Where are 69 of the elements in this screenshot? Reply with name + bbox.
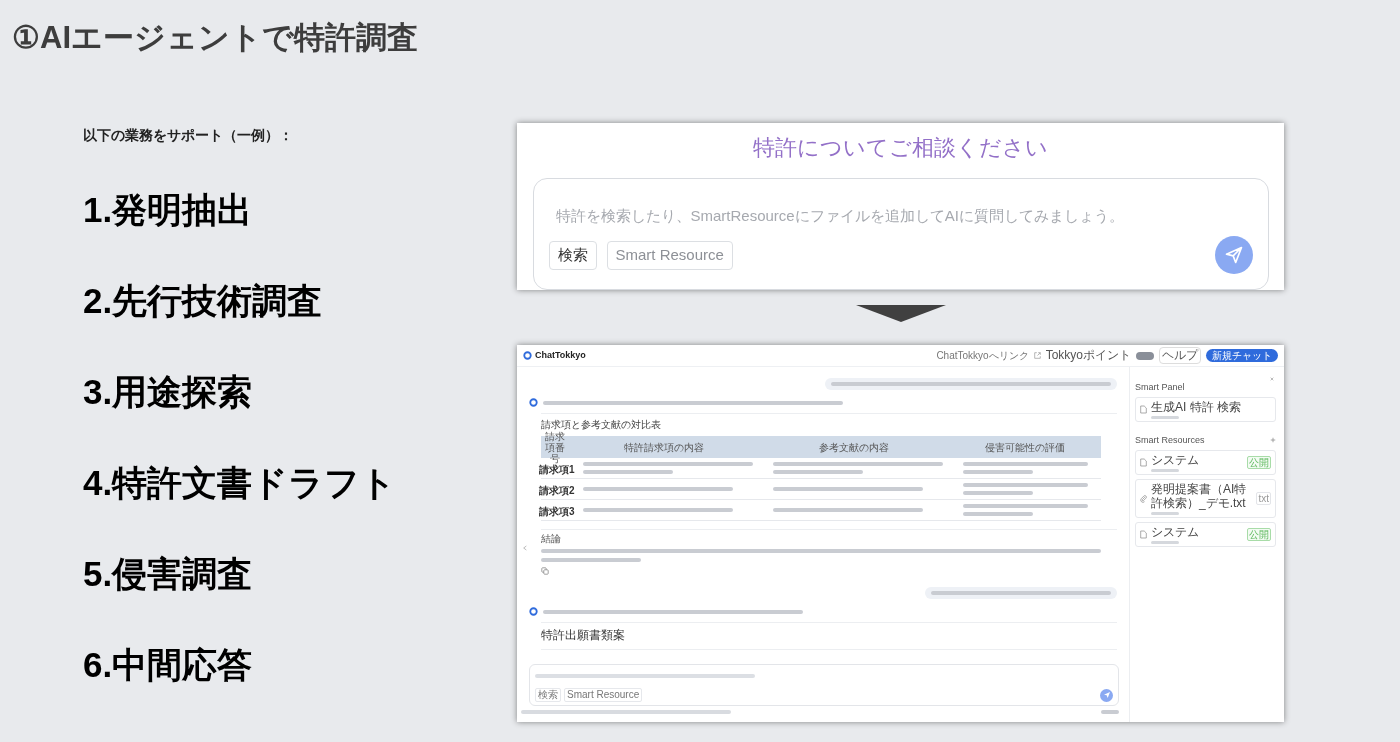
illegible-text-line: [1101, 710, 1119, 714]
chat-input-field[interactable]: 検索 Smart Resource: [529, 664, 1119, 706]
screen-heading: 特許についてご相談ください: [753, 134, 1048, 162]
copy-icon: [541, 567, 549, 575]
resource-card[interactable]: 発明提案書（AI特許検索）_デモ.txt txt: [1135, 479, 1276, 518]
task-item: 5.侵害調査: [83, 552, 253, 595]
column-header: 特許請求項の内容: [624, 441, 704, 453]
illegible-text-line: [1151, 512, 1179, 515]
ring-logo-icon: [529, 398, 538, 407]
task-item: 4.特許文書ドラフト: [83, 461, 397, 504]
panel-title: Smart Resources: [1135, 434, 1205, 446]
resource-name: システム: [1151, 525, 1200, 539]
illegible-text-line: [963, 470, 1033, 474]
external-link-icon: [1033, 352, 1041, 359]
resource-name: 生成AI 特許 検索: [1151, 400, 1242, 414]
search-button[interactable]: 検索: [548, 240, 597, 270]
send-button[interactable]: [1214, 236, 1253, 274]
resource-name: システム: [1151, 453, 1200, 467]
search-button[interactable]: 検索: [535, 688, 561, 702]
resource-card[interactable]: システム 公開: [1135, 450, 1276, 475]
intro-text: 以下の業務をサポート（一例）：: [83, 126, 293, 145]
slide-title: ①AIエージェントで特許調査: [12, 19, 418, 57]
resource-card[interactable]: 生成AI 特許 検索: [1135, 397, 1276, 422]
help-link[interactable]: ヘルプ: [1159, 347, 1201, 364]
collapse-chevron-icon: [523, 545, 527, 551]
task-item: 3.用途探索: [83, 370, 253, 413]
new-chat-button[interactable]: 新規チャット: [1206, 349, 1278, 362]
task-item: 1.発明抽出: [83, 188, 253, 231]
task-item: 6.中間応答: [83, 643, 253, 686]
down-arrow-icon: [855, 305, 946, 322]
column-header: 侵害可能性の評価: [985, 441, 1065, 453]
plus-icon: [1270, 437, 1276, 443]
illegible-text-line: [1151, 469, 1179, 472]
table-cell: 請求項1: [539, 464, 575, 475]
send-icon: [1102, 691, 1111, 699]
send-button[interactable]: [1100, 688, 1113, 702]
illegible-text-line: [963, 491, 1033, 495]
send-icon: [1223, 245, 1244, 265]
section-heading: 結論: [541, 533, 562, 545]
section-heading: 請求項と参考文献の対比表: [541, 418, 662, 431]
illegible-text-line: [1151, 541, 1179, 544]
section-heading: 特許出願書類案: [541, 627, 626, 643]
table-cell: 請求項2: [539, 485, 575, 496]
column-header: 請求項番号: [544, 430, 566, 464]
ring-logo-icon: [529, 607, 538, 616]
table-cell: 請求項3: [539, 506, 575, 517]
points-meter: [1136, 351, 1154, 360]
document-icon: [1140, 458, 1147, 467]
status-badge: 公開: [1247, 528, 1271, 541]
close-icon: [1270, 377, 1274, 381]
resource-card[interactable]: システム 公開: [1135, 522, 1276, 547]
illegible-text-line: [1151, 416, 1179, 419]
column-header: 参考文献の内容: [819, 441, 889, 453]
link[interactable]: ChatTokkyoへリンク: [936, 348, 1029, 363]
panel-title: Smart Panel: [1135, 381, 1186, 393]
status-badge: 公開: [1247, 456, 1271, 469]
document-icon: [1140, 405, 1147, 414]
points-label: Tokkyoポイント: [1045, 348, 1131, 363]
document-icon: [1140, 530, 1147, 539]
paperclip-icon: [1140, 494, 1147, 503]
input-placeholder: 特許を検索したり、SmartResourceにファイルを追加してAIに質問してみましょう。: [554, 206, 1125, 226]
task-item: 2.先行技術調査: [83, 279, 323, 322]
app-name: ChatTokkyo: [535, 348, 586, 362]
resource-button[interactable]: Smart Resource: [564, 688, 643, 702]
status-badge: txt: [1256, 492, 1271, 505]
resource-name: 発明提案書（AI特許検索）_デモ.txt: [1151, 482, 1248, 510]
ring-logo-icon: [523, 351, 532, 360]
chat-input-field[interactable]: 特許を検索したり、SmartResourceにファイルを追加してAIに質問してみましょう。 検索 Smart Resource: [532, 178, 1269, 290]
illegible-text-line: [963, 512, 1033, 516]
